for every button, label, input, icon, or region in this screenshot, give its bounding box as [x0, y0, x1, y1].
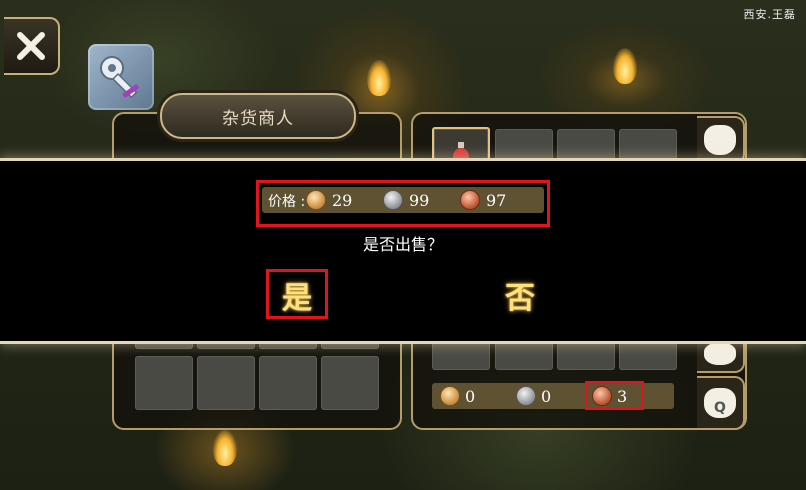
merchant-slot[interactable]: [259, 356, 317, 410]
no-button[interactable]: 否: [505, 273, 535, 317]
quest-bag-letter: Q: [714, 400, 726, 416]
close-button[interactable]: [4, 17, 60, 75]
quest-bag-icon: Q: [704, 388, 736, 418]
torch-flame-icon: [367, 60, 391, 96]
money-bag-icon: [704, 343, 736, 365]
merchant-slot[interactable]: [197, 356, 255, 410]
torch-flame-icon: [213, 430, 237, 466]
player-silver: 0: [516, 386, 551, 406]
merchant-title-text: 杂货商人: [222, 108, 294, 129]
gold-coin-icon: [440, 386, 460, 406]
price-highlight-box: [256, 180, 550, 227]
key-wrench-icon: [100, 56, 139, 99]
merchant-title: 杂货商人: [160, 93, 356, 139]
close-x-icon: [17, 32, 45, 60]
player-silver-value: 0: [541, 386, 552, 406]
silver-coin-icon: [516, 386, 536, 406]
merchant-slot[interactable]: [321, 356, 379, 410]
repair-tool-button[interactable]: [88, 44, 154, 110]
player-gold: 0: [440, 386, 475, 406]
sell-confirm-dialog: 价格 : 29 99 97 是否出售？ 是 否: [0, 158, 806, 344]
merchant-slot[interactable]: [135, 356, 193, 410]
sell-question: 是否出售？: [362, 235, 443, 254]
bag-tab[interactable]: [697, 116, 745, 164]
copper-highlight-box: [585, 381, 644, 410]
watermark: 西安.王磊: [743, 8, 796, 21]
quest-bag-tab[interactable]: Q: [697, 376, 745, 430]
money-bag-icon: [704, 125, 736, 155]
yes-highlight-box: [266, 269, 328, 319]
player-gold-value: 0: [465, 386, 476, 406]
torch-flame-icon: [613, 48, 637, 84]
